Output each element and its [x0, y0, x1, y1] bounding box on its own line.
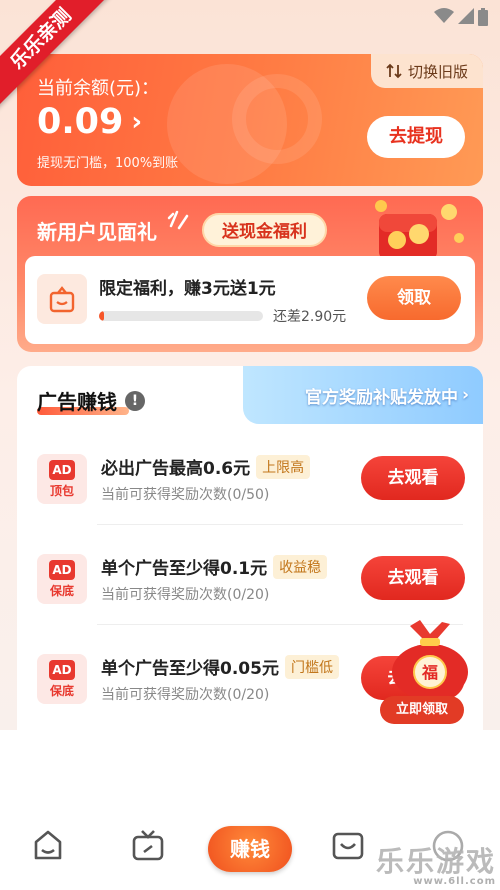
watch-ad-button[interactable]: 去观看 — [361, 456, 465, 500]
offer-progress-bar — [99, 311, 263, 321]
ad-label: AD — [49, 460, 75, 480]
ad-tag: 门槛低 — [284, 654, 339, 679]
switch-old-version-button[interactable]: 切换旧版 — [371, 54, 483, 88]
balance-card: 切换旧版 当前余额(元)： 0.09 › 提现无门槛，100%到账 去提现 — [17, 54, 483, 186]
home-icon — [34, 830, 62, 860]
new-user-card: 新用户见面礼 送现金福利 限定福利，赚3元送1元 还差2.90元 领取 — [17, 196, 483, 352]
ad-row-title: 单个广告至少得0.05元 门槛低 — [101, 654, 339, 679]
signal-icon — [458, 8, 474, 24]
remaining-amount: 还差2.90元 — [273, 309, 347, 325]
ad-badge-icon: AD 保底 — [37, 654, 87, 704]
chevron-right-icon: › — [461, 385, 469, 405]
lucky-bag-char: 福 — [421, 663, 438, 682]
balance-label: 当前余额(元)： — [37, 78, 160, 99]
ad-section-header: 广告赚钱 ! — [37, 386, 145, 415]
official-subsidy-banner[interactable]: 官方奖励补贴发放中 › — [243, 366, 483, 424]
nav-earn[interactable]: 赚钱 — [204, 820, 296, 876]
gift-box-icon — [37, 274, 87, 324]
limited-offer-panel: 限定福利，赚3元送1元 还差2.90元 领取 — [25, 256, 475, 344]
wifi-icon — [434, 8, 454, 23]
ad-row-title-text: 单个广告至少得0.1元 — [101, 559, 268, 579]
reward-count: 当前可获得奖励次数(0/20) — [101, 687, 270, 703]
ad-row-title: 单个广告至少得0.1元 收益稳 — [101, 554, 328, 579]
offer-progress-fill — [99, 311, 104, 321]
divider — [97, 524, 463, 525]
nav-home[interactable] — [30, 828, 70, 868]
lucky-bag-icon: 福 — [392, 620, 468, 700]
reward-count: 当前可获得奖励次数(0/50) — [101, 487, 270, 503]
watermark-text: 乐乐游戏 — [375, 845, 496, 878]
chevron-right-icon: › — [131, 107, 143, 137]
ad-badge-icon: AD 顶包 — [37, 454, 87, 504]
ad-tag: 收益稳 — [273, 554, 328, 579]
earn-tab-label: 赚钱 — [208, 826, 292, 872]
balance-amount[interactable]: 0.09 › — [37, 102, 142, 142]
nav-video[interactable] — [130, 828, 170, 868]
lucky-bag-widget[interactable]: 福 立即领取 — [380, 612, 480, 724]
ad-tag: 上限高 — [256, 454, 311, 479]
limited-offer-title: 限定福利，赚3元送1元 — [99, 279, 276, 299]
ad-label: AD — [49, 660, 75, 680]
ad-row-title-text: 必出广告最高0.6元 — [101, 459, 251, 479]
cash-gift-tag: 送现金福利 — [202, 213, 327, 247]
withdraw-note: 提现无门槛，100%到账 — [37, 156, 179, 171]
withdraw-button[interactable]: 去提现 — [367, 116, 465, 158]
ad-label: AD — [49, 560, 75, 580]
wallet-icon — [332, 832, 364, 860]
watch-ad-button[interactable]: 去观看 — [361, 556, 465, 600]
sparkle-icon — [167, 210, 189, 230]
banner-text: 官方奖励补贴发放中 — [304, 387, 458, 408]
new-user-title: 新用户见面礼 — [37, 220, 157, 244]
claim-button[interactable]: 领取 — [367, 276, 461, 320]
ad-section-title: 广告赚钱 — [37, 390, 117, 414]
ad-badge-sub: 保底 — [49, 684, 74, 698]
ad-badge-sub: 保底 — [49, 584, 74, 598]
coin-decoration — [232, 74, 322, 164]
switch-old-label: 切换旧版 — [407, 62, 468, 81]
nav-wallet[interactable] — [330, 828, 370, 868]
balance-value: 0.09 — [37, 102, 124, 142]
ad-badge-icon: AD 保底 — [37, 554, 87, 604]
battery-icon — [478, 8, 488, 26]
ad-badge-sub: 顶包 — [49, 484, 74, 498]
reward-count: 当前可获得奖励次数(0/20) — [101, 587, 270, 603]
ad-row-title: 必出广告最高0.6元 上限高 — [101, 454, 311, 479]
tv-icon — [132, 830, 164, 861]
switch-icon — [386, 63, 402, 79]
ad-row-title-text: 单个广告至少得0.05元 — [101, 659, 279, 679]
get-now-button[interactable]: 立即领取 — [380, 696, 464, 724]
watermark: 乐乐游戏 www.6ll.com — [376, 840, 496, 887]
list-item: AD 顶包 必出广告最高0.6元 上限高 当前可获得奖励次数(0/50) 去观看 — [17, 444, 483, 524]
